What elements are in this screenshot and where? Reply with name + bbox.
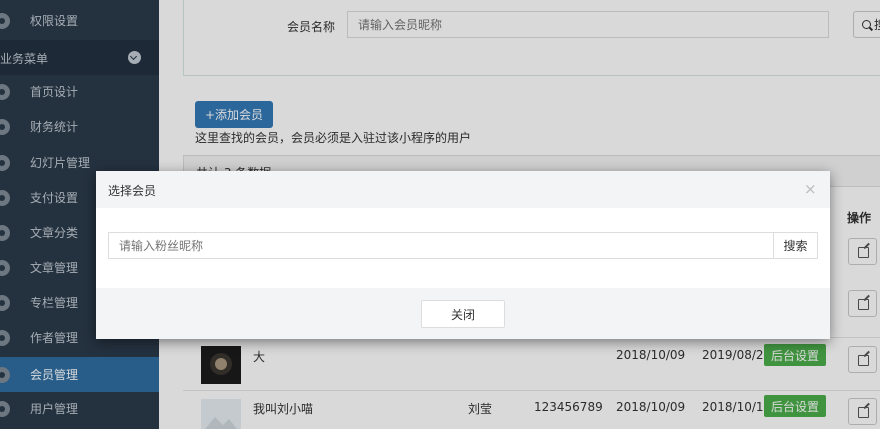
modal-header: 选择会员 × bbox=[96, 171, 830, 208]
modal-footer: 关闭 bbox=[96, 288, 830, 339]
fan-nickname-input[interactable] bbox=[108, 232, 774, 259]
select-member-modal: 选择会员 × 搜索 关闭 bbox=[96, 171, 830, 339]
close-button[interactable]: 关闭 bbox=[421, 300, 505, 328]
modal-search-button[interactable]: 搜索 bbox=[773, 232, 818, 259]
close-icon[interactable]: × bbox=[804, 180, 817, 198]
modal-title: 选择会员 bbox=[108, 184, 157, 198]
